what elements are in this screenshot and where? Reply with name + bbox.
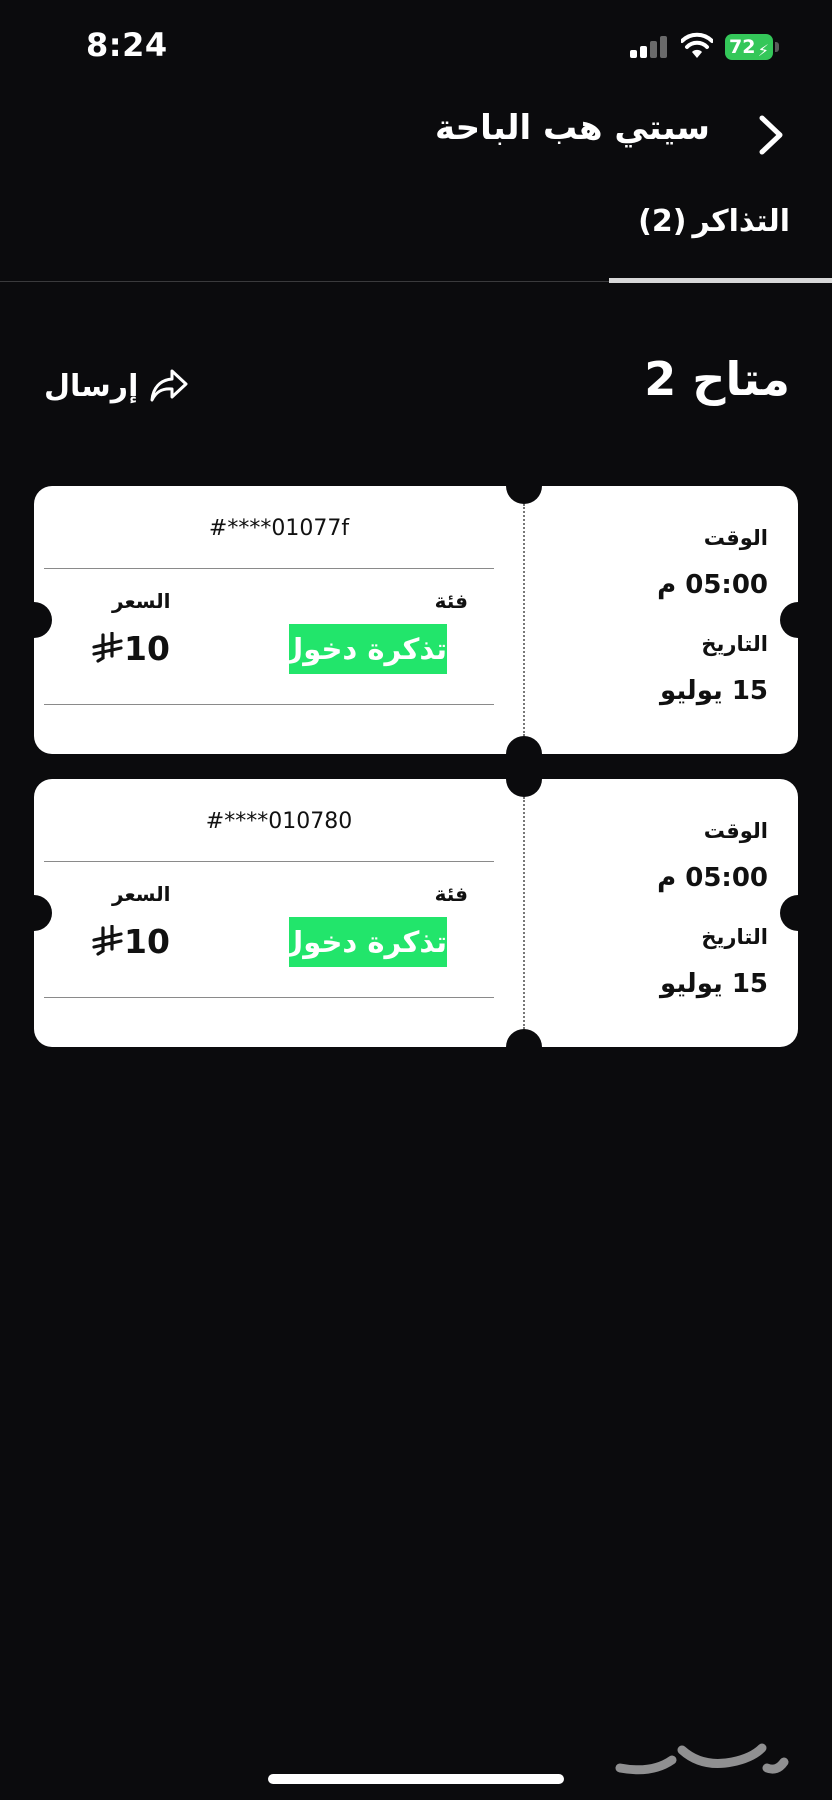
back-chevron-icon[interactable]: [752, 110, 792, 160]
battery-icon: 72 ⚡: [725, 34, 781, 60]
ticket-card[interactable]: الوقت 05:00 م التاريخ 15 يوليو #****0107…: [34, 486, 798, 754]
home-indicator[interactable]: [268, 1774, 564, 1784]
time-label: الوقت: [703, 819, 768, 843]
divider: [44, 704, 494, 705]
price-value: 10: [92, 628, 178, 668]
time-value: 05:00 م: [657, 570, 768, 600]
price-label: السعر: [112, 882, 171, 906]
time-value: 05:00 م: [657, 863, 768, 893]
divider: [44, 568, 494, 569]
available-count: متاح 2: [644, 352, 790, 406]
price-amount: 10: [124, 921, 170, 961]
date-value: 15 يوليو: [660, 969, 768, 999]
share-forward-icon: [150, 369, 188, 402]
category-badge: تذكرة دخول: [278, 917, 447, 967]
price-value: 10: [92, 921, 178, 961]
saudi-riyal-icon: [92, 632, 123, 663]
date-label: التاريخ: [701, 925, 768, 949]
date-label: التاريخ: [701, 632, 768, 656]
tab-tickets[interactable]: التذاكر(2): [638, 204, 790, 239]
cellular-signal-icon: [630, 36, 668, 58]
send-button[interactable]: إرسال: [44, 364, 190, 408]
app-screen: 8:24 72 ⚡ سيتي هب الباحة التذاكر(2) متاح …: [0, 0, 832, 1800]
ticket-stub: الوقت 05:00 م التاريخ 15 يوليو: [542, 486, 798, 754]
ticket-code: #****010780: [205, 809, 353, 834]
send-label: إرسال: [44, 368, 139, 404]
saudi-riyal-icon: [92, 925, 123, 956]
divider: [44, 997, 494, 998]
ticket-card[interactable]: الوقت 05:00 م التاريخ 15 يوليو #****0107…: [34, 779, 798, 1047]
watermark-logo: [615, 1743, 789, 1775]
ticket-stub: الوقت 05:00 م التاريخ 15 يوليو: [542, 779, 798, 1047]
tab-tickets-label: التذاكر: [692, 204, 790, 239]
category-badge: تذكرة دخول: [278, 624, 447, 674]
ticket-details: #****010780 فئة السعر تذكرة دخول 10: [34, 779, 524, 1047]
time-label: الوقت: [703, 526, 768, 550]
active-tab-indicator: [609, 278, 832, 283]
page-title: سيتي هب الباحة: [434, 108, 710, 148]
category-label: فئة: [434, 882, 468, 906]
category-label: فئة: [434, 589, 468, 613]
price-amount: 10: [124, 628, 170, 668]
wifi-icon: [681, 32, 713, 58]
tab-tickets-count: (2): [638, 204, 687, 239]
ticket-code: #****01077f: [208, 516, 350, 541]
divider: [44, 861, 494, 862]
price-label: السعر: [112, 589, 171, 613]
status-time: 8:24: [86, 26, 168, 64]
charging-bolt-icon: ⚡: [757, 41, 769, 60]
battery-level: 72: [729, 36, 756, 58]
date-value: 15 يوليو: [660, 676, 768, 706]
ticket-details: #****01077f فئة السعر تذكرة دخول 10: [34, 486, 524, 754]
